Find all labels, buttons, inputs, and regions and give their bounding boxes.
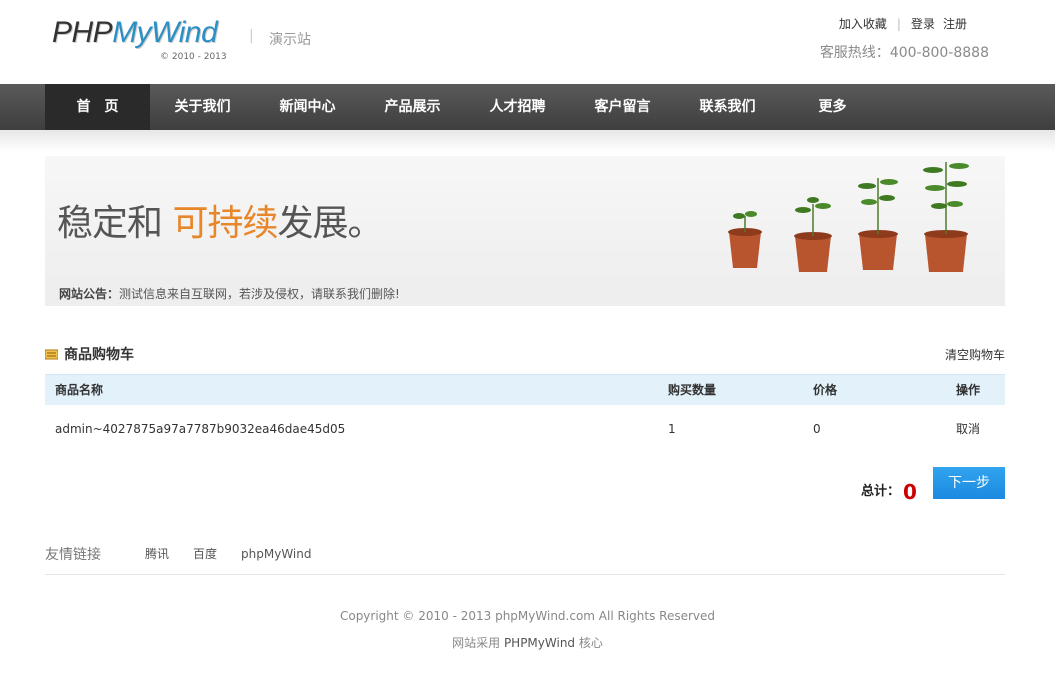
nav-item-products[interactable]: 产品展示	[360, 84, 465, 130]
column-header-name: 商品名称	[55, 383, 104, 397]
friend-link-phpmywind[interactable]: phpMyWind	[241, 547, 311, 561]
divider	[45, 574, 1005, 575]
nav-item-more[interactable]: 更多	[780, 84, 885, 130]
friend-link-tencent[interactable]: 腾讯	[145, 547, 169, 561]
column-header-qty: 购买数量	[668, 383, 717, 397]
friend-links: 腾讯 百度 phpMyWind	[145, 545, 335, 562]
main-nav: 首 页 关于我们 新闻中心 产品展示 人才招聘 客户留言 联系我们 更多	[0, 84, 1055, 130]
nav-items: 首 页 关于我们 新闻中心 产品展示 人才招聘 客户留言 联系我们 更多	[45, 84, 885, 130]
top-links: 加入收藏 | 登录 注册	[839, 15, 967, 32]
potted-plants-image	[728, 162, 969, 272]
nav-item-home[interactable]: 首 页	[45, 84, 150, 130]
nav-item-messages[interactable]: 客户留言	[570, 84, 675, 130]
cart-item-name[interactable]: admin~4027875a97a7787b9032ea46dae45d05	[55, 414, 345, 445]
logo-text: PHPMyWind	[52, 16, 218, 49]
banner-slogan: 稳定和 可持续发展。	[57, 203, 383, 244]
top-links-divider: |	[896, 17, 901, 31]
friend-link-baidu[interactable]: 百度	[193, 547, 217, 561]
nav-item-news[interactable]: 新闻中心	[255, 84, 360, 130]
table-row: admin~4027875a97a7787b9032ea46dae45d05 1…	[45, 414, 1005, 445]
cart-item-price: 0	[813, 422, 821, 436]
clear-cart-link[interactable]: 清空购物车	[945, 346, 1005, 363]
cancel-item-link[interactable]: 取消	[956, 414, 980, 445]
hero-banner: 稳定和 可持续发展。 网站公告：测试信息来自互联网，若涉及侵权，请联系我们删除!	[45, 156, 1005, 306]
total-label: 总计：	[861, 484, 901, 499]
column-header-op: 操作	[956, 383, 981, 397]
site-header: PHPMyWind © 2010 - 2013 | 演示站 加入收藏 | 登录 注册 …	[0, 0, 1055, 84]
logo-divider: |	[249, 28, 254, 44]
site-label: 演示站	[269, 32, 311, 48]
add-favorite-link[interactable]: 加入收藏	[839, 15, 887, 32]
site-logo[interactable]: PHPMyWind © 2010 - 2013	[52, 14, 232, 66]
footer-copyright: Copyright © 2010 - 2013 phpMyWind.com Al…	[339, 609, 716, 623]
site-notice: 网站公告：测试信息来自互联网，若涉及侵权，请联系我们删除!	[59, 287, 400, 301]
logo-copyright: © 2010 - 2013	[160, 52, 227, 62]
next-step-button[interactable]: 下一步	[933, 467, 1005, 499]
register-link[interactable]: 注册	[943, 15, 967, 32]
service-hotline: 客服热线：400-800-8888	[819, 45, 989, 61]
cart-icon	[45, 349, 58, 360]
notice-text: 测试信息来自互联网，若涉及侵权，请联系我们删除!	[119, 287, 400, 301]
cart-table-header: 商品名称 购买数量 价格 操作	[45, 374, 1005, 405]
login-link[interactable]: 登录	[911, 15, 935, 32]
nav-item-about[interactable]: 关于我们	[150, 84, 255, 130]
cart-title: 商品购物车	[45, 344, 134, 364]
powered-by-link[interactable]: PHPMyWind	[504, 636, 575, 650]
cart-item-qty: 1	[668, 422, 676, 436]
friend-links-title: 友情链接	[45, 547, 101, 563]
footer-powered-by: 网站采用 PHPMyWind 核心	[452, 636, 603, 650]
nav-item-jobs[interactable]: 人才招聘	[465, 84, 570, 130]
column-header-price: 价格	[813, 383, 838, 397]
nav-shadow	[0, 130, 1055, 152]
nav-item-contact[interactable]: 联系我们	[675, 84, 780, 130]
total-value: 0	[903, 480, 917, 504]
